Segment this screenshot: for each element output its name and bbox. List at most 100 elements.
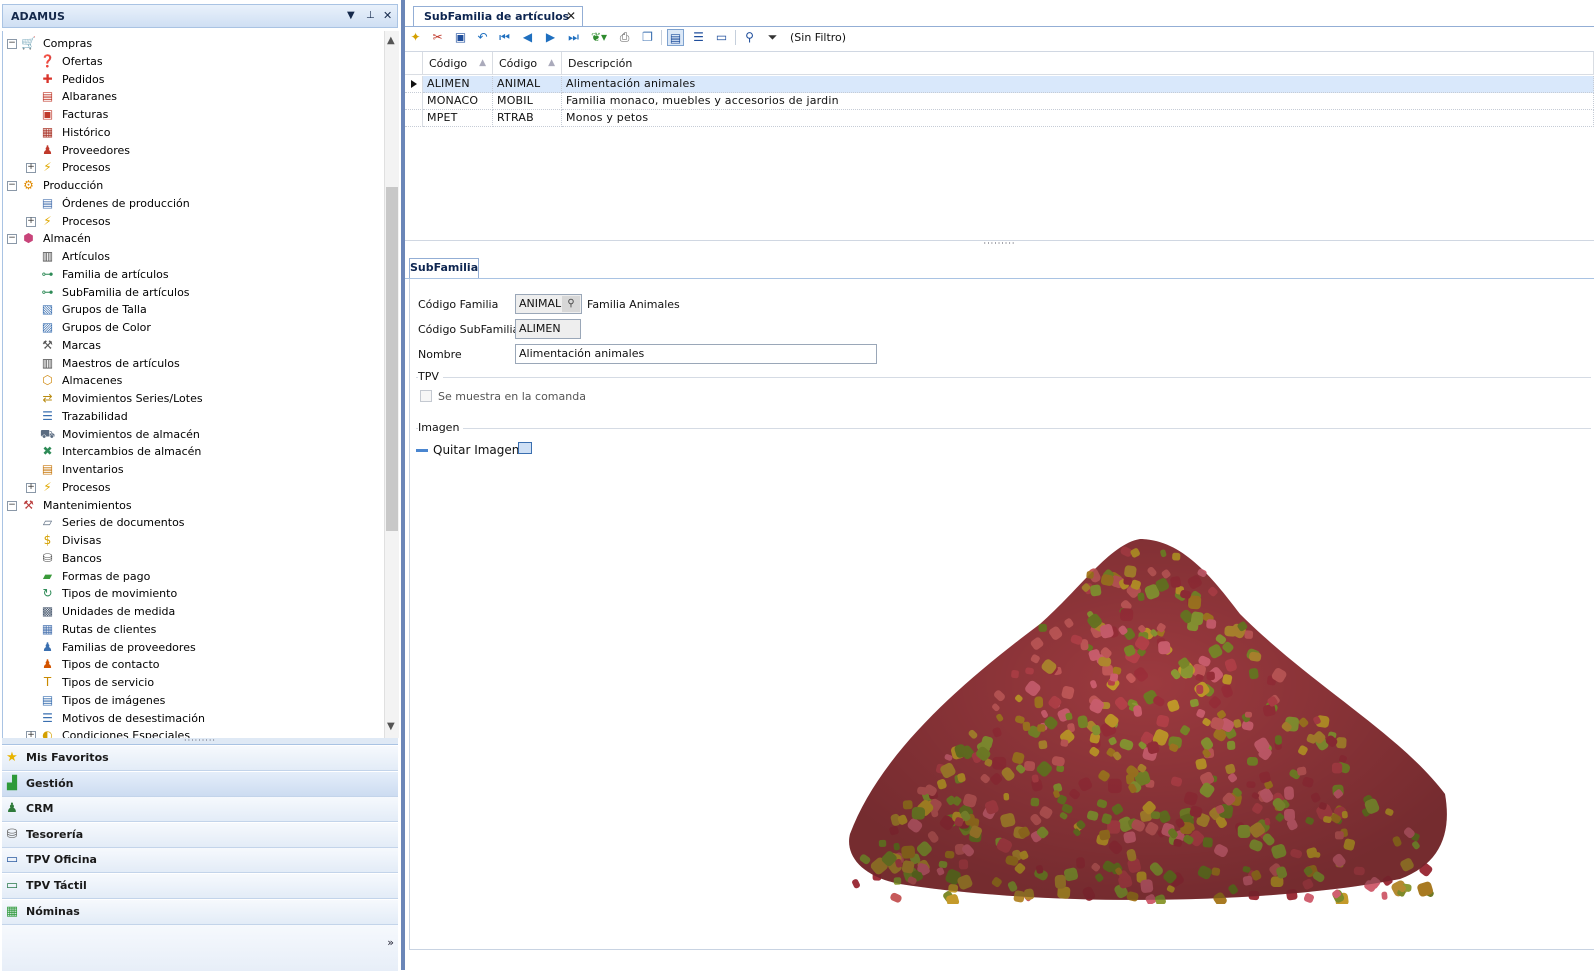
tree-node-compras[interactable]: − 🛒 Compras (3, 35, 383, 52)
tree-node-intercambios-de-almacen[interactable]: ✖ Intercambios de almacén (3, 443, 383, 460)
list-view-icon[interactable]: ☰ (690, 29, 707, 46)
tree-node-facturas[interactable]: ▣ Facturas (3, 106, 383, 123)
tpv-checkbox[interactable] (420, 390, 432, 402)
previous-record-icon[interactable]: ◀ (519, 29, 536, 46)
tree-node-familias-de-proveedores[interactable]: ♟ Familias de proveedores (3, 639, 383, 656)
table-cell[interactable]: RTRAB (493, 110, 562, 127)
tree-node-formas-de-pago[interactable]: ▰ Formas de pago (3, 568, 383, 585)
table-row[interactable]: ALIMEN ANIMAL Alimentación animales (405, 76, 1594, 93)
table-cell[interactable]: ALIMEN (423, 76, 493, 93)
codigo-subfamilia-field[interactable]: ALIMEN (515, 319, 581, 339)
tree-node-tipos-de-servicio[interactable]: T Tipos de servicio (3, 674, 383, 691)
tree-node-familia-de-articulos[interactable]: ⊶ Familia de artículos (3, 266, 383, 283)
collapse-icon[interactable]: − (7, 39, 17, 49)
tab-close-icon[interactable]: ✕ (566, 9, 576, 23)
tree-node-movimientos-de-almacen[interactable]: ⛟ Movimientos de almacén (3, 426, 383, 443)
table-cell[interactable]: Monos y petos (562, 110, 1594, 127)
print-preview-icon[interactable]: ⎙ (616, 29, 633, 46)
tree-node-albaranes[interactable]: ▤ Albaranes (3, 88, 383, 105)
tree-node-historico[interactable]: ▦ Histórico (3, 124, 383, 141)
last-record-icon[interactable]: ⏭ (565, 29, 582, 46)
collapse-icon[interactable]: − (7, 234, 17, 245)
column-header-codigo-familia[interactable]: Código ▲ (493, 52, 562, 75)
filter-icon[interactable]: ⏷ (764, 29, 781, 46)
tree-node-tipos-de-contacto[interactable]: ♟ Tipos de contacto (3, 656, 383, 673)
tree-node-ordenes-de-produccion[interactable]: ▤ Órdenes de producción (3, 195, 383, 212)
tree-node-almacenes[interactable]: ⬡ Almacenes (3, 372, 383, 389)
codigo-familia-field[interactable]: ANIMAL ⚲ (515, 294, 582, 314)
table-row[interactable]: MPET RTRAB Monos y petos (405, 110, 1594, 127)
table-cell[interactable]: ANIMAL (493, 76, 562, 93)
tree-node-tipos-de-imagenes[interactable]: ▤ Tipos de imágenes (3, 692, 383, 709)
expand-icon[interactable]: + (26, 731, 36, 738)
table-cell[interactable]: MPET (423, 110, 493, 127)
tree-node-series-de-documentos[interactable]: ▱ Series de documentos (3, 514, 383, 531)
tree-node-procesos[interactable]: + ⚡ Procesos (3, 159, 383, 176)
collapse-icon[interactable]: − (7, 500, 17, 511)
load-image-icon[interactable] (518, 442, 532, 454)
tree-node-movimientos-series-lotes[interactable]: ⇄ Movimientos Series/Lotes (3, 390, 383, 407)
search-icon[interactable]: ⚲ (741, 29, 758, 46)
module-tpv-tactil[interactable]: ▭ TPV Táctil (2, 874, 398, 899)
tree-node-subfamilia-de-articulos[interactable]: ⊶ SubFamilia de artículos (3, 284, 383, 301)
module-gestion[interactable]: ▟ Gestión (2, 771, 398, 797)
scrollbar-thumb[interactable] (386, 187, 398, 531)
copy-icon[interactable]: ❐ (639, 29, 656, 46)
tree-node-articulos[interactable]: ▥ Artículos (3, 248, 383, 265)
tree-node-bancos[interactable]: ⛁ Bancos (3, 550, 383, 567)
next-record-icon[interactable]: ▶ (542, 29, 559, 46)
module-crm[interactable]: ♟ CRM (2, 797, 398, 823)
first-record-icon[interactable]: ⏮ (496, 29, 513, 46)
tree-node-grupos-de-talla[interactable]: ▧ Grupos de Talla (3, 301, 383, 318)
tree-node-tipos-de-movimiento[interactable]: ↻ Tipos de movimiento (3, 585, 383, 602)
undo-icon[interactable]: ↶ (474, 29, 491, 46)
new-record-icon[interactable]: ✦ (407, 29, 424, 46)
module-nominas[interactable]: ▦ Nóminas (2, 899, 398, 925)
tree-node-produccion[interactable]: − ⚙ Producción (3, 177, 383, 194)
table-cell[interactable]: Familia monaco, muebles y accesorios de … (562, 93, 1594, 110)
expand-icon[interactable]: + (26, 216, 36, 227)
more-modules-button[interactable]: » (387, 936, 394, 949)
tree-node-procesos[interactable]: + ⚡ Procesos (3, 213, 383, 230)
module-mis-favoritos[interactable]: ★ Mis Favoritos (2, 746, 398, 771)
collapse-icon[interactable]: − (7, 181, 17, 191)
delete-cut-icon[interactable]: ✂ (429, 29, 446, 46)
tree-node-motivos-de-desestimacion[interactable]: ☰ Motivos de desestimación (3, 710, 383, 727)
scroll-down-arrow-icon[interactable]: ▼ (387, 721, 395, 732)
column-header-codigo[interactable]: Código ▲ (423, 52, 493, 75)
tree-node-proveedores[interactable]: ♟ Proveedores (3, 142, 383, 159)
tree-node-marcas[interactable]: ⚒ Marcas (3, 337, 383, 354)
tree-node-grupos-de-color[interactable]: ▨ Grupos de Color (3, 319, 383, 336)
tree-node-rutas-de-clientes[interactable]: ▦ Rutas de clientes (3, 621, 383, 638)
expand-icon[interactable]: + (26, 482, 36, 493)
tree-node-procesos[interactable]: + ⚡ Procesos (3, 479, 383, 496)
tree-node-divisas[interactable]: $ Divisas (3, 532, 383, 549)
tree-node-ofertas[interactable]: ❓ Ofertas (3, 53, 383, 70)
tab-subfamilia[interactable]: SubFamilia (409, 258, 479, 278)
expand-icon[interactable]: + (26, 163, 36, 174)
tree-node-trazabilidad[interactable]: ☰ Trazabilidad (3, 408, 383, 425)
tree-node-mantenimientos[interactable]: − ⚒ Mantenimientos (3, 497, 383, 514)
tree-node-unidades-de-medida[interactable]: ▩ Unidades de medida (3, 603, 383, 620)
column-header-descripcion[interactable]: Descripción (562, 52, 1594, 75)
lookup-search-icon[interactable]: ⚲ (562, 296, 580, 312)
dropdown-arrow-icon[interactable]: ▼ (347, 10, 355, 21)
pin-icon[interactable]: ⊥ (366, 10, 375, 21)
tree-node-maestros-de-articulos[interactable]: ▥ Maestros de artículos (3, 355, 383, 372)
form-view-icon[interactable]: ▤ (667, 29, 684, 46)
folder-icon[interactable]: ▭ (713, 29, 730, 46)
tree-node-inventarios[interactable]: ▤ Inventarios (3, 461, 383, 478)
grid-detail-splitter[interactable]: ········· (405, 240, 1594, 249)
actions-dropdown-icon[interactable]: ❦▾ (587, 29, 611, 46)
table-row[interactable]: MONACO MOBIL Familia monaco, muebles y a… (405, 93, 1594, 110)
scroll-up-arrow-icon[interactable]: ▲ (387, 35, 395, 46)
save-icon[interactable]: ▣ (452, 29, 469, 46)
tab-subfamilia-de-articulos[interactable]: SubFamilia de artículos ✕ (413, 6, 583, 26)
tree-scrollbar[interactable]: ▲ ▼ (384, 31, 399, 738)
table-cell[interactable]: MONACO (423, 93, 493, 110)
close-icon[interactable]: ✕ (383, 9, 392, 22)
module-tpv-oficina[interactable]: ▭ TPV Oficina (2, 848, 398, 874)
tree-node-pedidos[interactable]: ✚ Pedidos (3, 71, 383, 88)
module-tesoreria[interactable]: ⛁ Tesorería (2, 822, 398, 848)
table-cell[interactable]: MOBIL (493, 93, 562, 110)
